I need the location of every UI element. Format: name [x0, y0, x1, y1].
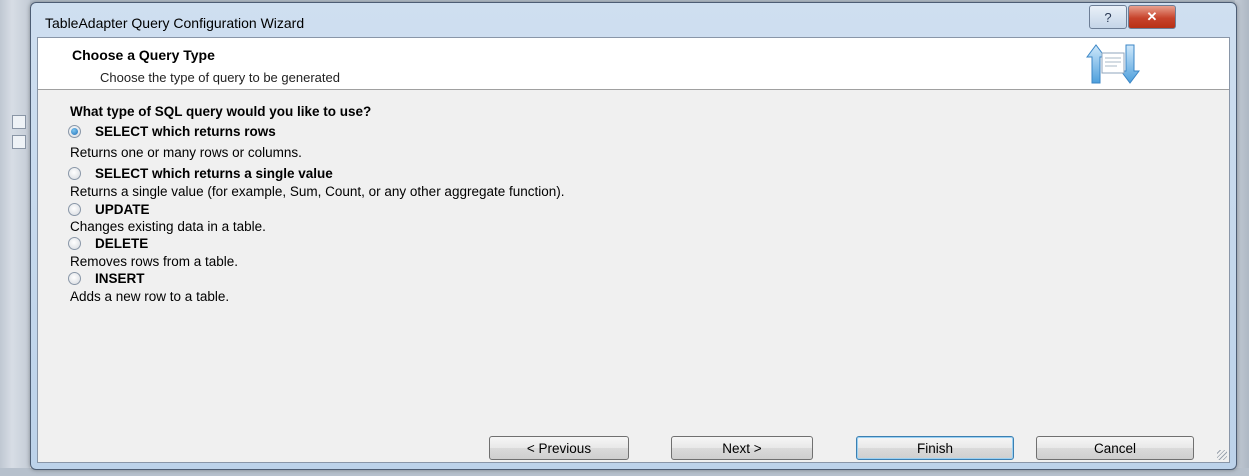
ide-background-right — [1235, 0, 1249, 476]
option-description: Returns a single value (for example, Sum… — [70, 184, 565, 199]
close-button[interactable]: ✕ — [1128, 5, 1176, 29]
query-type-question: What type of SQL query would you like to… — [70, 104, 372, 119]
ide-tool-icon — [12, 115, 26, 129]
radio-button[interactable] — [68, 202, 81, 216]
option-description: Removes rows from a table. — [70, 254, 239, 269]
radio-select-rows[interactable]: SELECT which returns rows — [68, 122, 276, 140]
option-description: Returns one or many rows or columns. — [70, 145, 302, 160]
radio-button[interactable] — [68, 236, 81, 250]
option-label: INSERT — [95, 270, 145, 286]
wizard-window: TableAdapter Query Configuration Wizard … — [30, 2, 1237, 470]
cancel-button[interactable]: Cancel — [1036, 436, 1194, 460]
next-button[interactable]: Next > — [671, 436, 813, 460]
help-icon: ? — [1104, 9, 1112, 25]
page-subtitle: Choose the type of query to be generated — [100, 70, 340, 85]
radio-update[interactable]: UPDATE — [68, 200, 150, 218]
radio-delete[interactable]: DELETE — [68, 234, 148, 252]
radio-button-checked[interactable] — [68, 124, 81, 138]
page-title: Choose a Query Type — [72, 47, 215, 63]
option-description: Adds a new row to a table. — [70, 289, 230, 304]
radio-button[interactable] — [68, 271, 81, 285]
help-button[interactable]: ? — [1089, 5, 1127, 29]
ide-sql-icon — [12, 135, 26, 149]
resize-grip[interactable] — [1217, 450, 1227, 460]
option-label: SELECT which returns rows — [95, 123, 276, 139]
option-label: SELECT which returns a single value — [95, 165, 333, 181]
window-title: TableAdapter Query Configuration Wizard — [45, 15, 305, 31]
close-icon: ✕ — [1146, 9, 1158, 24]
radio-button[interactable] — [68, 166, 81, 180]
title-bar[interactable]: TableAdapter Query Configuration Wizard … — [31, 3, 1236, 37]
radio-select-single-value[interactable]: SELECT which returns a single value — [68, 164, 333, 182]
previous-button[interactable]: < Previous — [489, 436, 629, 460]
option-description: Changes existing data in a table. — [70, 219, 266, 234]
option-label: DELETE — [95, 235, 149, 251]
wizard-header: Choose a Query Type Choose the type of q… — [38, 38, 1229, 90]
finish-button[interactable]: Finish — [856, 436, 1014, 460]
query-wizard-icon — [1086, 44, 1140, 84]
ide-background-left — [0, 0, 30, 476]
radio-insert[interactable]: INSERT — [68, 269, 145, 287]
wizard-client-area: Choose a Query Type Choose the type of q… — [37, 37, 1230, 463]
option-label: UPDATE — [95, 201, 150, 217]
